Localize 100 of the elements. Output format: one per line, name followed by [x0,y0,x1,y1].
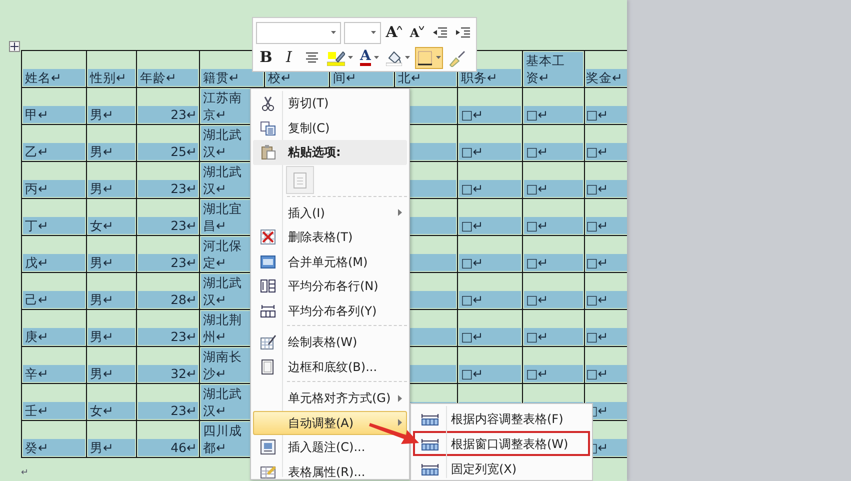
table-cell: □↵ [459,365,521,382]
paint-bucket-icon [386,50,402,66]
table-cell: □↵ [459,143,521,160]
table-cell: □↵ [459,254,521,271]
menu-item[interactable]: 根据窗口调整表格(W) [413,431,590,456]
table-cell: 丁↵ [23,217,85,234]
copy-icon [260,120,276,136]
autofit-window-icon [421,436,439,450]
down-caret-icon [419,26,424,30]
table-cell: □↵ [586,143,627,160]
table-cell: 32↵ [138,365,198,382]
table-cell: 男↵ [88,439,135,456]
move-handle-icon[interactable] [9,41,20,52]
table-cell: 己↵ [23,291,85,308]
up-caret-icon [397,26,402,30]
table-cell: □↵ [524,291,583,308]
distribute-columns-icon [260,302,276,319]
table-cell: 25↵ [138,143,198,160]
table-cell: □↵ [524,143,583,160]
table-cell: □↵ [586,328,627,345]
table-cell: □↵ [459,291,521,308]
draw-table-icon [260,334,276,350]
table-cell: 23↵ [138,254,198,271]
indent-icon [456,26,470,38]
table-cell: □↵ [524,328,583,345]
autofit-contents-icon [421,412,439,426]
table-cell: □↵ [586,217,627,234]
table-cell: 23↵ [138,180,198,197]
table-cell: 男↵ [88,106,135,123]
table-cell: □↵ [586,291,627,308]
menu-item[interactable]: 表格属性(R)... [253,460,407,481]
table-cell: 23↵ [138,402,198,419]
border-icon [416,50,433,66]
table-cell: □↵ [586,365,627,382]
table-cell: 男↵ [88,180,135,197]
align-center-icon [305,52,319,64]
table-cell: 男↵ [88,328,135,345]
table-cell: □↵ [524,217,583,234]
table-cell: □↵ [586,254,627,271]
table-cell: 23↵ [138,217,198,234]
column-header: 姓名↵ [23,69,85,86]
table-cell: 丙↵ [23,180,85,197]
highlighter-icon [327,50,345,66]
font-name-field[interactable] [256,22,341,44]
table-cell: 46↵ [138,439,198,456]
table-cell: □↵ [586,180,627,197]
table-cell: □↵ [524,365,583,382]
table-cell: 戊↵ [23,254,85,271]
table-cell: 女↵ [88,402,135,419]
caption-icon [260,439,276,456]
borders-button[interactable] [414,46,443,68]
table-cell: □↵ [524,180,583,197]
table-cell: 庚↵ [23,328,85,345]
table-cell: 男↵ [88,365,135,382]
merge-cells-icon [260,254,276,270]
font-size-field[interactable] [344,22,381,44]
distribute-rows-icon [260,278,276,294]
page-icon [260,358,276,375]
table-cell: 28↵ [138,291,198,308]
caret-icon [371,31,376,34]
shrink-font-button[interactable]: A [407,22,427,44]
outdent-icon [433,26,447,38]
table-cell: □↵ [459,106,521,123]
table-cell: □↵ [524,254,583,271]
scissors-icon [260,95,276,112]
column-header: 籍贯↵ [201,69,263,86]
column-header: 奖金↵ [586,69,627,86]
menu-heading: 粘贴选项: [253,140,407,164]
table-cell: 男↵ [88,254,135,271]
caret-icon [404,56,410,59]
menu-item[interactable]: 自动调整(A) [253,410,407,435]
table-cell: □↵ [586,106,627,123]
table-cell: □↵ [524,106,583,123]
grow-font-button[interactable]: A [384,22,404,44]
font-color-button[interactable]: A [358,46,381,68]
column-header: 职务↵ [459,69,521,86]
table-cell: 癸↵ [23,439,85,456]
menu-item[interactable]: 固定列宽(X) [413,456,590,481]
table-cell: □↵ [459,217,521,234]
caret-icon [330,31,336,34]
column-header: 基本工资↵ [524,52,583,86]
table-cell: 23↵ [138,106,198,123]
bold-button[interactable]: B [256,46,276,68]
table-cell: 乙↵ [23,143,85,160]
fixed-width-icon [421,462,439,476]
column-header: 年龄↵ [138,69,198,86]
caret-icon [374,56,379,59]
clipboard-icon [260,144,276,160]
caret-icon [348,56,353,59]
paste-icon [293,170,307,188]
column-header: 性别↵ [88,69,135,86]
caret-icon [436,56,441,59]
table-cell: 壬↵ [23,402,85,419]
table-cell: □↵ [459,180,521,197]
table-cell: 23↵ [138,328,198,345]
paintbrush-icon [448,48,466,66]
delete-table-icon [260,229,276,246]
table-cell: 甲↵ [23,106,85,123]
italic-button[interactable]: I [279,46,299,68]
table-cell: 辛↵ [23,365,85,382]
